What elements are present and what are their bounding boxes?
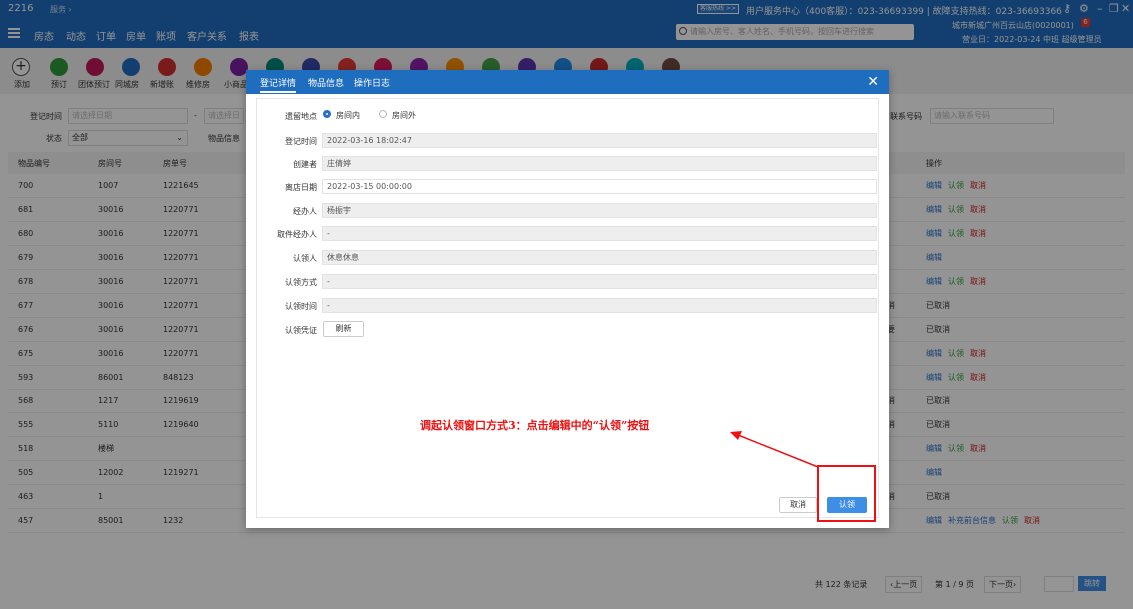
highlight-box: [817, 465, 876, 522]
annotation-arrow: [730, 431, 819, 468]
arrow-line: [737, 434, 819, 468]
